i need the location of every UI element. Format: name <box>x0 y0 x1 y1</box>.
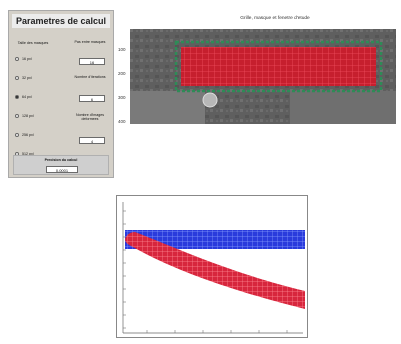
deformed-images-label: Nombre d'images deformees <box>75 113 105 122</box>
y-tick-400: 400 <box>118 119 126 124</box>
camera-image-view[interactable] <box>130 29 396 124</box>
mask-size-radio-group: 16 pxl 32 pxl 64 pxl 128 pxl 256 pxl 512… <box>15 55 34 158</box>
step-input[interactable]: 16 <box>79 58 105 65</box>
panel-title: Parametres de calcul <box>12 14 110 28</box>
radio-label: 256 pxl <box>22 133 34 137</box>
deformation-plot <box>116 195 308 338</box>
red-grid-mask <box>181 47 376 86</box>
y-tick-200: 200 <box>118 71 126 76</box>
y-tick-100: 100 <box>118 47 126 52</box>
radio-label: 128 pxl <box>22 114 34 118</box>
precision-label: Precision du calcul <box>44 158 78 162</box>
bolt-icon <box>202 92 218 108</box>
y-tick-300: 300 <box>118 95 126 100</box>
mask-size-label: Taille des masques <box>17 41 49 45</box>
radio-label: 32 pxl <box>22 76 32 80</box>
radio-32px[interactable]: 32 pxl <box>15 74 34 82</box>
radio-button-selected-icon[interactable] <box>15 95 19 99</box>
radio-label: 16 pxl <box>22 57 32 61</box>
parameters-panel: Parametres de calcul Taille des masques … <box>8 10 114 178</box>
precision-group: Precision du calcul 0.0001 <box>13 155 109 175</box>
machine-part <box>130 91 205 124</box>
radio-button-icon[interactable] <box>15 133 19 137</box>
deformed-images-input[interactable]: 4 <box>79 137 105 144</box>
radio-label: 64 pxl <box>22 95 32 99</box>
radio-button-icon[interactable] <box>15 57 19 61</box>
camera-image-svg <box>130 29 396 124</box>
plot-svg <box>122 202 305 334</box>
image-view-title: Grille, masque et fenetre d'etude <box>240 16 310 21</box>
radio-button-icon[interactable] <box>15 76 19 80</box>
machine-part <box>290 91 396 124</box>
radio-256px[interactable]: 256 pxl <box>15 131 34 139</box>
radio-128px[interactable]: 128 pxl <box>15 112 34 120</box>
step-label: Pas entre masques <box>74 40 106 44</box>
precision-input[interactable]: 0.0001 <box>46 166 78 173</box>
iterations-input[interactable]: 6 <box>79 95 105 102</box>
radio-button-icon[interactable] <box>15 114 19 118</box>
radio-16px[interactable]: 16 pxl <box>15 55 34 63</box>
radio-64px[interactable]: 64 pxl <box>15 93 34 101</box>
iterations-label: Nombre d'iterations <box>74 75 106 79</box>
